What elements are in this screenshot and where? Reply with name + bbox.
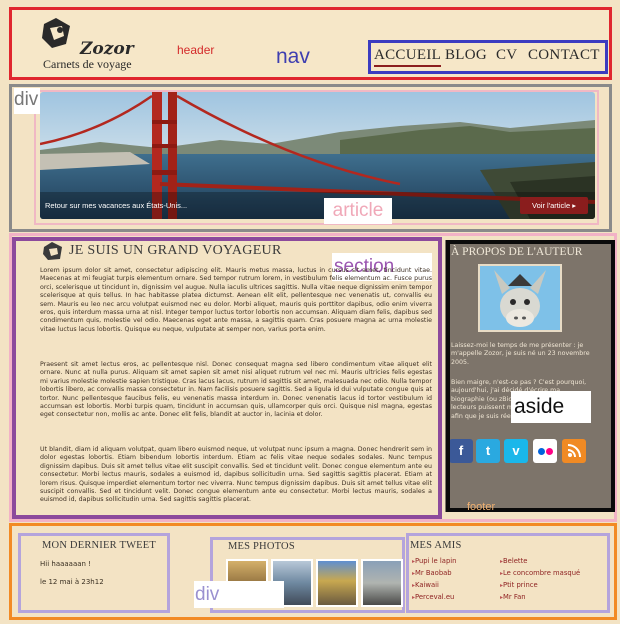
friend-link[interactable]: Perceval.eu (412, 593, 454, 601)
nav-item-contact[interactable]: CONTACT (528, 47, 600, 64)
section-paragraph-2: Praesent sit amet lectus eros, ac pellen… (40, 361, 432, 419)
logo-tagline: Carnets de voyage (43, 57, 132, 71)
friends-title: MES AMIS (410, 540, 462, 551)
photo-thumbnail[interactable] (361, 559, 403, 607)
tweet-date: le 12 mai à 23h12 (40, 578, 104, 586)
section-paragraph-3: Ut blandit, diam id aliquam volutpat, qu… (40, 446, 432, 504)
friend-link[interactable]: Belette (500, 557, 527, 565)
section-paragraph-1: Lorem ipsum dolor sit amet, consectetur … (40, 267, 432, 333)
friend-link[interactable]: Mr Fan (500, 593, 526, 601)
tweet-text: Hii haaaaaan ! (40, 560, 92, 568)
section-title: JE SUIS UN GRAND VOYAGEUR (69, 243, 282, 258)
banner-caption: Retour sur mes vacances aux États-Unis..… (45, 201, 188, 210)
read-article-button[interactable]: Voir l'article ▸ (520, 197, 588, 214)
friend-link[interactable]: Pupi le lapin (412, 557, 456, 565)
friend-link[interactable]: Le concombre masqué (500, 569, 580, 577)
aside-region (446, 240, 615, 512)
header-annotation-label: header (177, 43, 215, 57)
zozor-head-icon (43, 242, 62, 260)
article-annotation-label: article (324, 198, 392, 224)
logo-name[interactable]: Zozor (80, 39, 134, 59)
footer-annotation-label: footer (467, 501, 496, 513)
photos-title: MES PHOTOS (228, 541, 295, 552)
tweet-title: MON DERNIER TWEET (42, 540, 157, 551)
nav-annotation-label: nav (276, 45, 310, 68)
friend-link[interactable]: Kaiwaii (412, 581, 439, 589)
nav-item-blog[interactable]: BLOG (445, 47, 487, 64)
zozor-logo-icon[interactable] (40, 16, 74, 50)
div-annotation-label: div (194, 581, 284, 608)
friend-link[interactable]: Ptit prince (500, 581, 538, 589)
friend-link[interactable]: Mr Baobab (412, 569, 452, 577)
nav-item-cv[interactable]: CV (496, 47, 517, 64)
photo-thumbnail[interactable] (316, 559, 358, 607)
div-annotation-label: div (14, 88, 40, 114)
nav-item-accueil[interactable]: ACCUEIL (374, 47, 442, 67)
